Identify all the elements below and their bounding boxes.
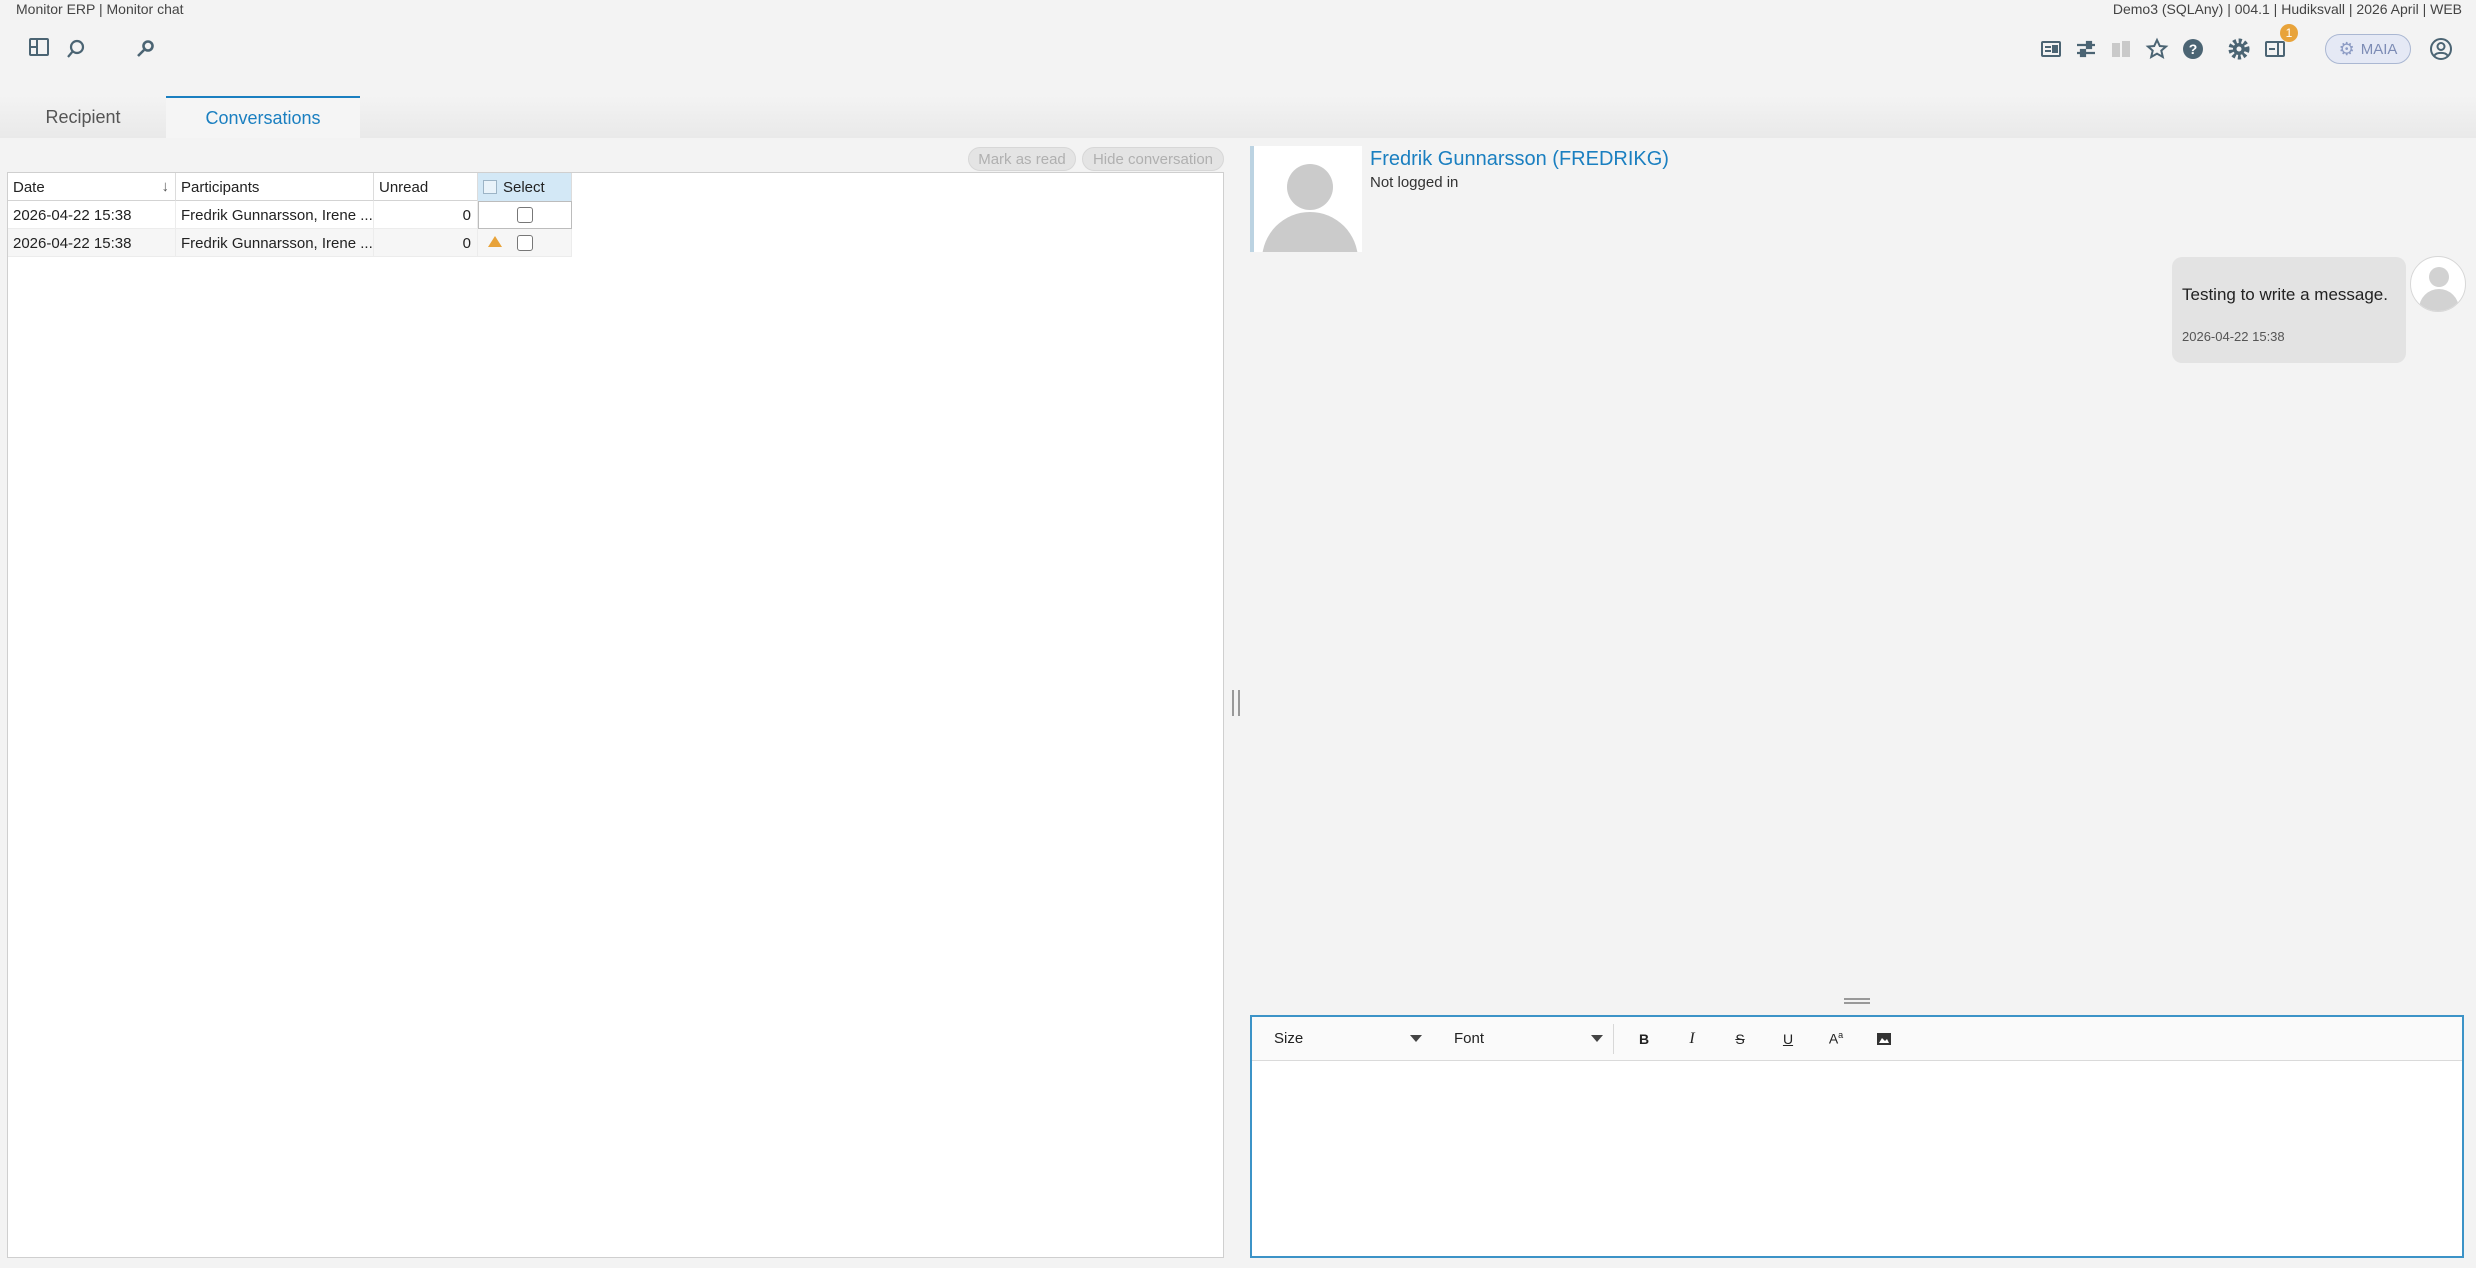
star-icon[interactable] xyxy=(2142,34,2172,64)
message-text: Testing to write a message. xyxy=(2182,285,2388,304)
column-header-select-label: Select xyxy=(503,178,545,196)
vertical-splitter-handle[interactable] xyxy=(1232,690,1240,716)
message-editor: Size Font B I S U Aa xyxy=(1250,1015,2464,1258)
cell-select[interactable] xyxy=(478,201,572,229)
row-select-checkbox[interactable] xyxy=(516,235,533,251)
editor-toolbar: Size Font B I S U Aa xyxy=(1252,1017,2462,1061)
sender-avatar-body xyxy=(2419,289,2459,311)
message-timestamp: 2026-04-22 15:38 xyxy=(2182,329,2285,344)
text-size-icon: Aa xyxy=(1828,1030,1844,1047)
tab-strip xyxy=(0,96,2476,138)
panel-layout-icon[interactable] xyxy=(24,32,54,62)
tab-recipient[interactable]: Recipient xyxy=(0,96,166,138)
column-header-date[interactable]: Date ↓ xyxy=(8,173,176,201)
help-icon[interactable]: ? xyxy=(2178,34,2208,64)
avatar-head-shape xyxy=(1287,164,1333,210)
underline-icon: U xyxy=(1782,1030,1794,1047)
sort-descending-icon[interactable]: ↓ xyxy=(162,178,170,195)
horizontal-splitter-handle[interactable] xyxy=(1844,998,1870,1004)
sliders-icon[interactable] xyxy=(2071,34,2101,64)
contact-avatar xyxy=(1250,146,1362,252)
notification-badge: 1 xyxy=(2280,24,2298,42)
font-family-label: Font xyxy=(1454,1030,1485,1047)
cell-unread: 0 xyxy=(374,201,478,229)
font-size-label: Size xyxy=(1274,1030,1304,1047)
bold-icon: B xyxy=(1638,1030,1650,1047)
user-account-icon[interactable] xyxy=(2426,34,2456,64)
column-header-participants[interactable]: Participants xyxy=(176,173,374,201)
strikethrough-button[interactable]: S xyxy=(1716,1024,1764,1054)
cell-date: 2026-04-22 15:38 xyxy=(8,229,176,257)
italic-icon: I xyxy=(1689,1029,1695,1047)
maia-label: MAIA xyxy=(2360,40,2398,58)
maia-gear-icon: ⚙ xyxy=(2338,39,2355,59)
app-title: Monitor ERP | Monitor chat xyxy=(16,1,184,17)
table-row[interactable]: 2026-04-22 15:38 Fredrik Gunnarsson, Ire… xyxy=(8,201,572,229)
bold-button[interactable]: B xyxy=(1620,1024,1668,1054)
column-header-select[interactable]: Select xyxy=(478,173,572,201)
search-icon[interactable] xyxy=(61,34,91,64)
screen-icon[interactable] xyxy=(2036,34,2066,64)
chevron-down-icon xyxy=(1591,1035,1603,1042)
cell-date: 2026-04-22 15:38 xyxy=(8,201,176,229)
conversations-grid: Date ↓ Participants Unread Select 2026-0… xyxy=(8,173,572,257)
tab-conversations[interactable]: Conversations xyxy=(166,96,360,138)
font-size-select[interactable]: Size xyxy=(1252,1024,1432,1054)
chevron-down-icon xyxy=(1410,1035,1422,1042)
tool-search-icon[interactable] xyxy=(130,34,160,64)
insert-image-button[interactable] xyxy=(1860,1024,1908,1054)
row-select-checkbox[interactable] xyxy=(516,207,533,223)
cell-unread: 0 xyxy=(374,229,478,257)
avatar-body-shape xyxy=(1262,212,1358,252)
cell-select[interactable] xyxy=(478,229,572,257)
mark-as-read-button[interactable]: Mark as read xyxy=(968,147,1076,171)
cell-participants: Fredrik Gunnarsson, Irene ... xyxy=(176,229,374,257)
select-all-checkbox[interactable] xyxy=(483,180,497,194)
hide-conversation-button[interactable]: Hide conversation xyxy=(1082,147,1224,171)
conversations-panel: Date ↓ Participants Unread Select 2026-0… xyxy=(7,172,1224,1258)
message-sender-avatar xyxy=(2410,256,2466,312)
cell-participants: Fredrik Gunnarsson, Irene ... xyxy=(176,201,374,229)
column-header-unread[interactable]: Unread xyxy=(374,173,478,201)
svg-text:?: ? xyxy=(2189,41,2198,57)
system-info: Demo3 (SQLAny) | 004.1 | Hudiksvall | 20… xyxy=(2112,1,2462,17)
gear-icon[interactable] xyxy=(2224,34,2254,64)
font-family-select[interactable]: Font xyxy=(1432,1023,1614,1054)
contact-status: Not logged in xyxy=(1370,174,1459,191)
strikethrough-icon: S xyxy=(1735,1030,1745,1047)
image-icon xyxy=(1877,1032,1891,1045)
grid-header: Date ↓ Participants Unread Select xyxy=(8,173,572,201)
underline-button[interactable]: U xyxy=(1764,1024,1812,1054)
warning-icon xyxy=(488,236,502,247)
message-bubble: Testing to write a message. 2026-04-22 1… xyxy=(2172,257,2406,363)
message-input-area[interactable] xyxy=(1252,1061,2462,1256)
contact-name-link[interactable]: Fredrik Gunnarsson (FREDRIKG) xyxy=(1370,148,1669,171)
table-row[interactable]: 2026-04-22 15:38 Fredrik Gunnarsson, Ire… xyxy=(8,229,572,257)
text-size-button[interactable]: Aa xyxy=(1812,1024,1860,1054)
column-header-date-label: Date xyxy=(13,178,45,196)
maia-button[interactable]: ⚙ MAIA xyxy=(2325,34,2411,64)
layers-icon xyxy=(2106,34,2136,64)
italic-button[interactable]: I xyxy=(1668,1024,1716,1054)
sender-avatar-head xyxy=(2429,267,2449,287)
